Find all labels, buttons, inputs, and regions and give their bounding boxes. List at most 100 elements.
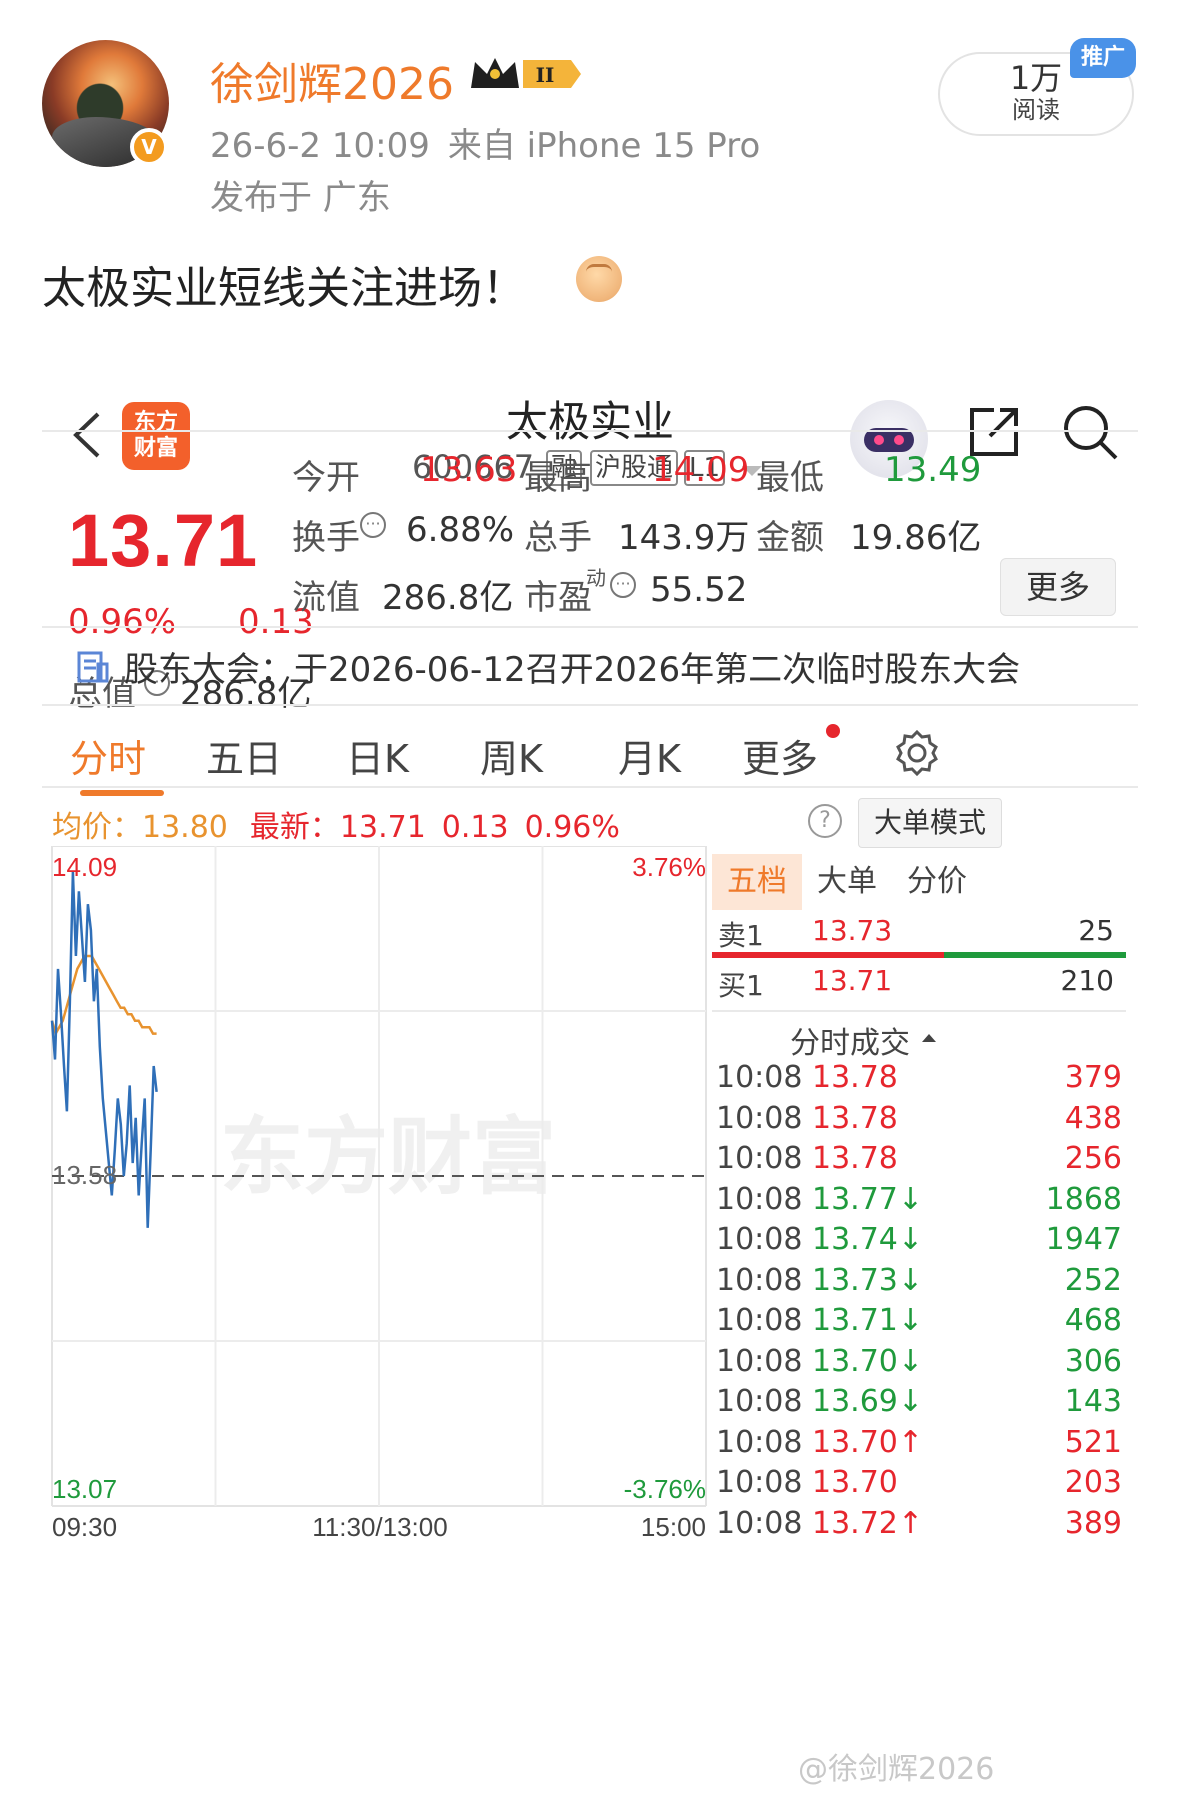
trade-row: 10:08 13.70↑ 521: [716, 1425, 1130, 1465]
trade-time: 10:08: [716, 1343, 803, 1379]
y-mid-label: 13.58: [52, 1160, 117, 1190]
announcement-text[interactable]: 股东大会：于2026-06-12召开2026年第二次临时股东大会: [124, 642, 1020, 691]
trade-volume: 468: [1064, 1303, 1122, 1338]
trade-volume: 438: [1064, 1100, 1122, 1136]
trade-time: 10:08: [716, 1465, 803, 1500]
quote-label-float-value: 流值: [292, 578, 360, 618]
change-percent: 0.96%: [68, 602, 177, 642]
chart-watermark: 东方财富: [220, 1108, 556, 1206]
trade-volume: 521: [1064, 1424, 1122, 1460]
x-tick-close: 15:00: [641, 1512, 706, 1542]
trade-time: 10:08: [716, 1505, 803, 1541]
y-min-label: 13.07: [52, 1474, 117, 1504]
promo-badge[interactable]: 推广: [1070, 38, 1136, 78]
caret-up-icon[interactable]: [922, 1034, 936, 1042]
info-icon[interactable]: ···: [360, 512, 386, 538]
more-quotes-button[interactable]: 更多: [1000, 558, 1116, 616]
tab-weekly-k[interactable]: 周K: [480, 728, 543, 783]
trade-time: 10:08: [716, 1060, 803, 1095]
trade-price: 13.74↓: [812, 1222, 924, 1257]
trade-price: 13.72↑: [812, 1505, 924, 1541]
trade-time: 10:08: [716, 1100, 803, 1136]
bid-price: 13.71: [812, 964, 893, 997]
ask-bid-ratio-bar: [712, 952, 1126, 958]
trade-row: 10:08 13.70↓ 306: [716, 1344, 1130, 1384]
last-change-value: 0.13: [441, 810, 509, 845]
bid-row: 买1 13.71 210: [712, 964, 1126, 1012]
trade-price: 13.78: [812, 1060, 898, 1095]
order-book-tabs: 五档 大单 分价: [712, 854, 1138, 910]
trade-time: 10:08: [716, 1262, 803, 1298]
current-price: 13.71: [68, 499, 259, 582]
document-icon: [77, 651, 109, 683]
trade-volume: 389: [1064, 1505, 1122, 1541]
intraday-chart[interactable]: 东方财富 14.09 13.58 13.07 3.76% -3.76% 09:3…: [42, 846, 712, 1556]
gear-icon[interactable]: [892, 728, 942, 778]
tab-price-distribution[interactable]: 分价: [892, 854, 982, 910]
active-tab-indicator: [80, 790, 164, 796]
last-price-value: 13.71: [339, 810, 426, 845]
divider: [42, 626, 1138, 628]
quote-label-volume: 总手: [524, 518, 592, 558]
trades-header[interactable]: 分时成交: [790, 1018, 910, 1062]
trade-price: 13.78: [812, 1141, 898, 1176]
trade-row: 10:08 13.70 203: [716, 1465, 1130, 1505]
trade-price: 13.77↓: [812, 1181, 924, 1217]
trade-volume: 143: [1064, 1384, 1122, 1419]
post-date: 26-6-2 10:09: [210, 126, 430, 166]
quote-value-float-value: 286.8亿: [382, 578, 514, 618]
quote-label-pe: 市盈: [524, 578, 592, 618]
trade-price: 13.73↓: [812, 1262, 924, 1298]
quote-label-open: 今开: [292, 458, 360, 498]
read-label: 阅读: [1012, 96, 1060, 124]
price-summary-line: 均价：13.80 最新：13.71 0.13 0.96%: [52, 802, 636, 846]
help-icon[interactable]: ?: [808, 804, 842, 838]
divider: [42, 786, 1138, 788]
username[interactable]: 徐剑辉2026: [210, 48, 454, 112]
trade-row: 10:08 13.72↑ 389: [716, 1506, 1130, 1546]
trade-price: 13.78: [812, 1100, 898, 1136]
avg-price-value: 13.80: [142, 810, 228, 845]
trade-price: 13.70: [812, 1465, 898, 1500]
trade-row: 10:08 13.69↓ 143: [716, 1384, 1130, 1424]
avg-price-label: 均价：: [52, 810, 142, 845]
quote-value-amount: 19.86亿: [850, 518, 982, 558]
post-source: 来自 iPhone 15 Pro: [447, 126, 761, 166]
quote-value-turnover: 6.88%: [406, 510, 515, 550]
tab-more[interactable]: 更多: [742, 728, 818, 783]
chart-tabs: 分时 五日 日K 周K 月K 更多: [42, 704, 1138, 798]
avg-price-series: [50, 954, 157, 1037]
quote-value-low: 13.49: [884, 450, 982, 490]
tab-five-levels[interactable]: 五档: [712, 854, 802, 910]
post-meta: 26-6-2 10:09 来自 iPhone 15 Pro: [210, 118, 778, 167]
ask-volume: 25: [1078, 914, 1114, 947]
trade-row: 10:08 13.78 438: [716, 1101, 1130, 1141]
x-tick-mid: 11:30/13:00: [312, 1512, 447, 1542]
trade-time: 10:08: [716, 1222, 803, 1257]
search-icon[interactable]: [1060, 402, 1120, 462]
trade-row: 10:08 13.78 379: [716, 1060, 1130, 1100]
quote-value-volume: 143.9万: [618, 518, 750, 558]
trade-row: 10:08 13.74↓ 1947: [716, 1222, 1130, 1262]
trade-volume: 252: [1064, 1262, 1122, 1298]
divider: [712, 1010, 1126, 1012]
rank-crown-icon: II: [471, 58, 581, 88]
tab-daily-k[interactable]: 日K: [346, 728, 409, 783]
quote-label-high: 最高: [524, 458, 592, 498]
trade-price: 13.70↓: [812, 1343, 924, 1379]
trade-time: 10:08: [716, 1181, 803, 1217]
quote-label-turnover: 换手: [292, 518, 360, 558]
tab-monthly-k[interactable]: 月K: [618, 728, 681, 783]
post-location: 发布于 广东: [210, 178, 391, 218]
ask-price: 13.73: [812, 914, 893, 947]
bid-label: 买1: [718, 969, 764, 1002]
tab-five-day[interactable]: 五日: [206, 728, 282, 783]
tab-big-orders[interactable]: 大单: [802, 854, 892, 910]
pct-max-label: 3.76%: [632, 852, 706, 882]
last-price-label: 最新：: [249, 810, 340, 845]
y-max-label: 14.09: [52, 852, 117, 882]
weibo-watermark: @徐剑辉2026: [798, 1752, 995, 1787]
tab-intraday[interactable]: 分时: [70, 728, 146, 783]
info-icon[interactable]: ···: [610, 572, 636, 598]
big-order-mode-button[interactable]: 大单模式: [858, 798, 1002, 848]
